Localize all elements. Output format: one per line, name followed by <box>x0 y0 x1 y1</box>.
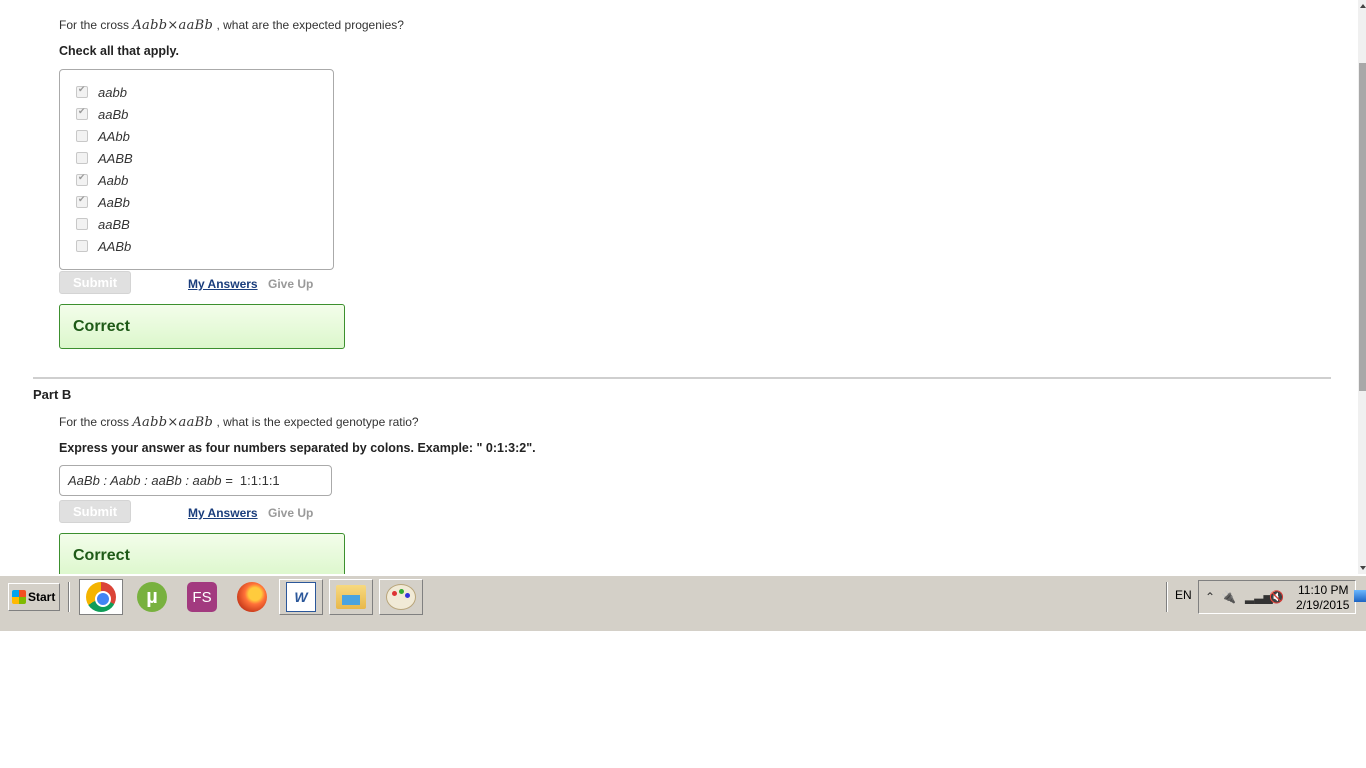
taskbar-app-chrome[interactable] <box>79 579 123 615</box>
scroll-down-arrow-icon[interactable] <box>1360 566 1366 570</box>
paint-icon <box>386 584 416 610</box>
clock-time[interactable]: 11:10 PM <box>1298 583 1348 597</box>
power-plug-icon[interactable]: 🔌 <box>1221 590 1236 604</box>
checkbox[interactable] <box>76 152 88 164</box>
folder-icon <box>336 585 366 609</box>
option-aaBb[interactable]: aaBb <box>76 105 128 123</box>
checkbox[interactable] <box>76 194 88 208</box>
part-a-submit-button[interactable]: Submit <box>59 271 131 294</box>
windows-logo-icon <box>12 590 26 604</box>
cross-expression: Aabb×aaBb <box>132 18 214 33</box>
part-b-heading: Part B <box>33 387 72 402</box>
option-AAbb[interactable]: AAbb <box>76 127 130 145</box>
checkbox[interactable] <box>76 106 88 120</box>
utorrent-icon: µ <box>137 582 167 612</box>
clock-date[interactable]: 2/19/2015 <box>1296 598 1349 612</box>
part-b-submit-button[interactable]: Submit <box>59 500 131 523</box>
part-a-feedback-correct: Correct <box>59 304 345 349</box>
part-b-give-up-link[interactable]: Give Up <box>268 506 313 520</box>
part-divider <box>33 377 1331 379</box>
start-button[interactable]: Start <box>8 583 60 611</box>
firefox-icon <box>237 582 267 612</box>
vertical-scrollbar[interactable] <box>1358 0 1366 574</box>
taskbar-app-explorer[interactable] <box>329 579 373 615</box>
taskbar-separator <box>1166 582 1168 612</box>
word-icon: W <box>286 582 316 612</box>
scroll-up-arrow-icon[interactable] <box>1360 4 1366 8</box>
taskbar-separator <box>68 582 70 612</box>
part-b-my-answers-link[interactable]: My Answers <box>188 506 258 520</box>
browser-viewport: Part A For the cross Aabb×aaBb , what ar… <box>0 0 1358 574</box>
part-a-give-up-link[interactable]: Give Up <box>268 277 313 291</box>
show-hidden-icons-chevron-icon[interactable]: ⌃ <box>1205 590 1215 604</box>
option-Aabb[interactable]: Aabb <box>76 171 128 189</box>
part-a-my-answers-link[interactable]: My Answers <box>188 277 258 291</box>
scrollbar-thumb[interactable] <box>1359 63 1366 391</box>
system-tray: ⌃ 🔌 ▂▃▅ 🔇 11:10 PM 2/19/2015 <box>1198 580 1356 614</box>
part-a-heading: Part A <box>33 0 71 3</box>
taskbar-app-utorrent[interactable]: µ <box>130 579 174 615</box>
checkbox[interactable] <box>76 130 88 142</box>
show-desktop-button[interactable] <box>1354 590 1366 602</box>
option-AaBb[interactable]: AaBb <box>76 193 130 211</box>
part-b-instruction: Express your answer as four numbers sepa… <box>59 441 536 455</box>
part-a-question: For the cross Aabb×aaBb , what are the e… <box>59 18 404 33</box>
part-b-question: For the cross Aabb×aaBb , what is the ex… <box>59 415 419 430</box>
taskbar-app-paint[interactable] <box>379 579 423 615</box>
option-AABb[interactable]: AABb <box>76 237 131 255</box>
answer-value: 1:1:1:1 <box>239 473 280 488</box>
windows-taskbar: Start µ FS W EN ⌃ 🔌 ▂▃▅ 🔇 11:10 PM 2/19/… <box>0 575 1366 631</box>
option-aabb[interactable]: aabb <box>76 83 127 101</box>
checkbox[interactable] <box>76 218 88 230</box>
genotype-ratio-answer-field[interactable]: AaBb : Aabb : aaBb : aabb = 1:1:1:1 <box>59 465 332 496</box>
part-a-instruction: Check all that apply. <box>59 44 179 58</box>
checkbox[interactable] <box>76 240 88 252</box>
checkbox[interactable] <box>76 84 88 98</box>
cross-expression: Aabb×aaBb <box>132 415 214 430</box>
part-b-feedback-correct: Correct <box>59 533 345 574</box>
fs-icon: FS <box>187 582 217 612</box>
option-AABB[interactable]: AABB <box>76 149 133 167</box>
option-aaBB[interactable]: aaBB <box>76 215 130 233</box>
chrome-icon <box>86 582 116 612</box>
language-indicator[interactable]: EN <box>1175 588 1192 602</box>
volume-muted-icon[interactable]: 🔇 <box>1269 590 1284 604</box>
checkbox[interactable] <box>76 172 88 186</box>
answer-expression: AaBb : Aabb : aaBb : aabb = <box>68 473 233 488</box>
taskbar-app-firefox[interactable] <box>230 579 274 615</box>
taskbar-app-word[interactable]: W <box>279 579 323 615</box>
answer-options-box: aabb aaBb AAbb AABB Aabb AaBb aaBB AABb <box>59 69 334 270</box>
taskbar-app-fs[interactable]: FS <box>180 579 224 615</box>
